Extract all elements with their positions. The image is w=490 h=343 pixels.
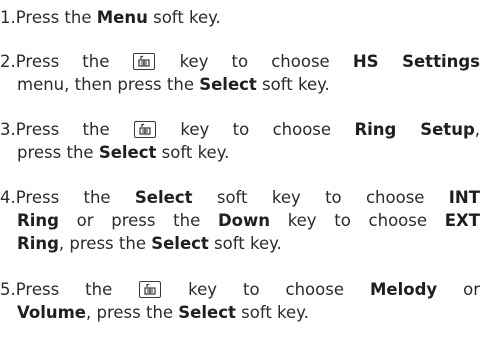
volume-label: Volume <box>17 303 86 322</box>
step-1: 1.Press the Menu soft key. <box>0 8 221 27</box>
step-number: 3. <box>0 120 16 139</box>
int-ring-label-cont: Ring <box>17 211 59 230</box>
ext-ring-label-cont: Ring <box>17 234 59 253</box>
hs-settings-label: HS Settings <box>352 52 480 71</box>
down-key-label: Down <box>217 211 270 230</box>
phonebook-navigation-key-icon <box>139 281 162 298</box>
select-key-label: Select <box>199 75 257 94</box>
select-key-label: Select <box>98 143 157 162</box>
int-ring-label: INT <box>448 188 480 207</box>
phonebook-navigation-key-icon <box>133 53 156 70</box>
step-5: 5.Press the key to choose Melody or Volu… <box>0 280 480 322</box>
step-3: 3.Press the key to choose Ring Setup, pr… <box>0 120 480 162</box>
ring-setup-label: Ring Setup <box>354 120 475 139</box>
menu-key-label: Menu <box>96 8 148 27</box>
ext-ring-label: EXT <box>444 211 480 230</box>
melody-label: Melody <box>369 280 438 299</box>
step-number: 2. <box>0 52 16 71</box>
select-key-label: Select <box>178 303 236 322</box>
select-key-label: Select <box>134 188 193 207</box>
step-number: 5. <box>0 280 16 299</box>
step-number: 4. <box>0 188 16 207</box>
step-2: 2.Press the key to choose HS Settings me… <box>0 52 480 94</box>
phonebook-navigation-key-icon <box>134 121 157 138</box>
step-number: 1. <box>0 8 16 27</box>
step-4: 4.Press the Select soft key to choose IN… <box>0 188 480 253</box>
select-key-label: Select <box>151 234 209 253</box>
